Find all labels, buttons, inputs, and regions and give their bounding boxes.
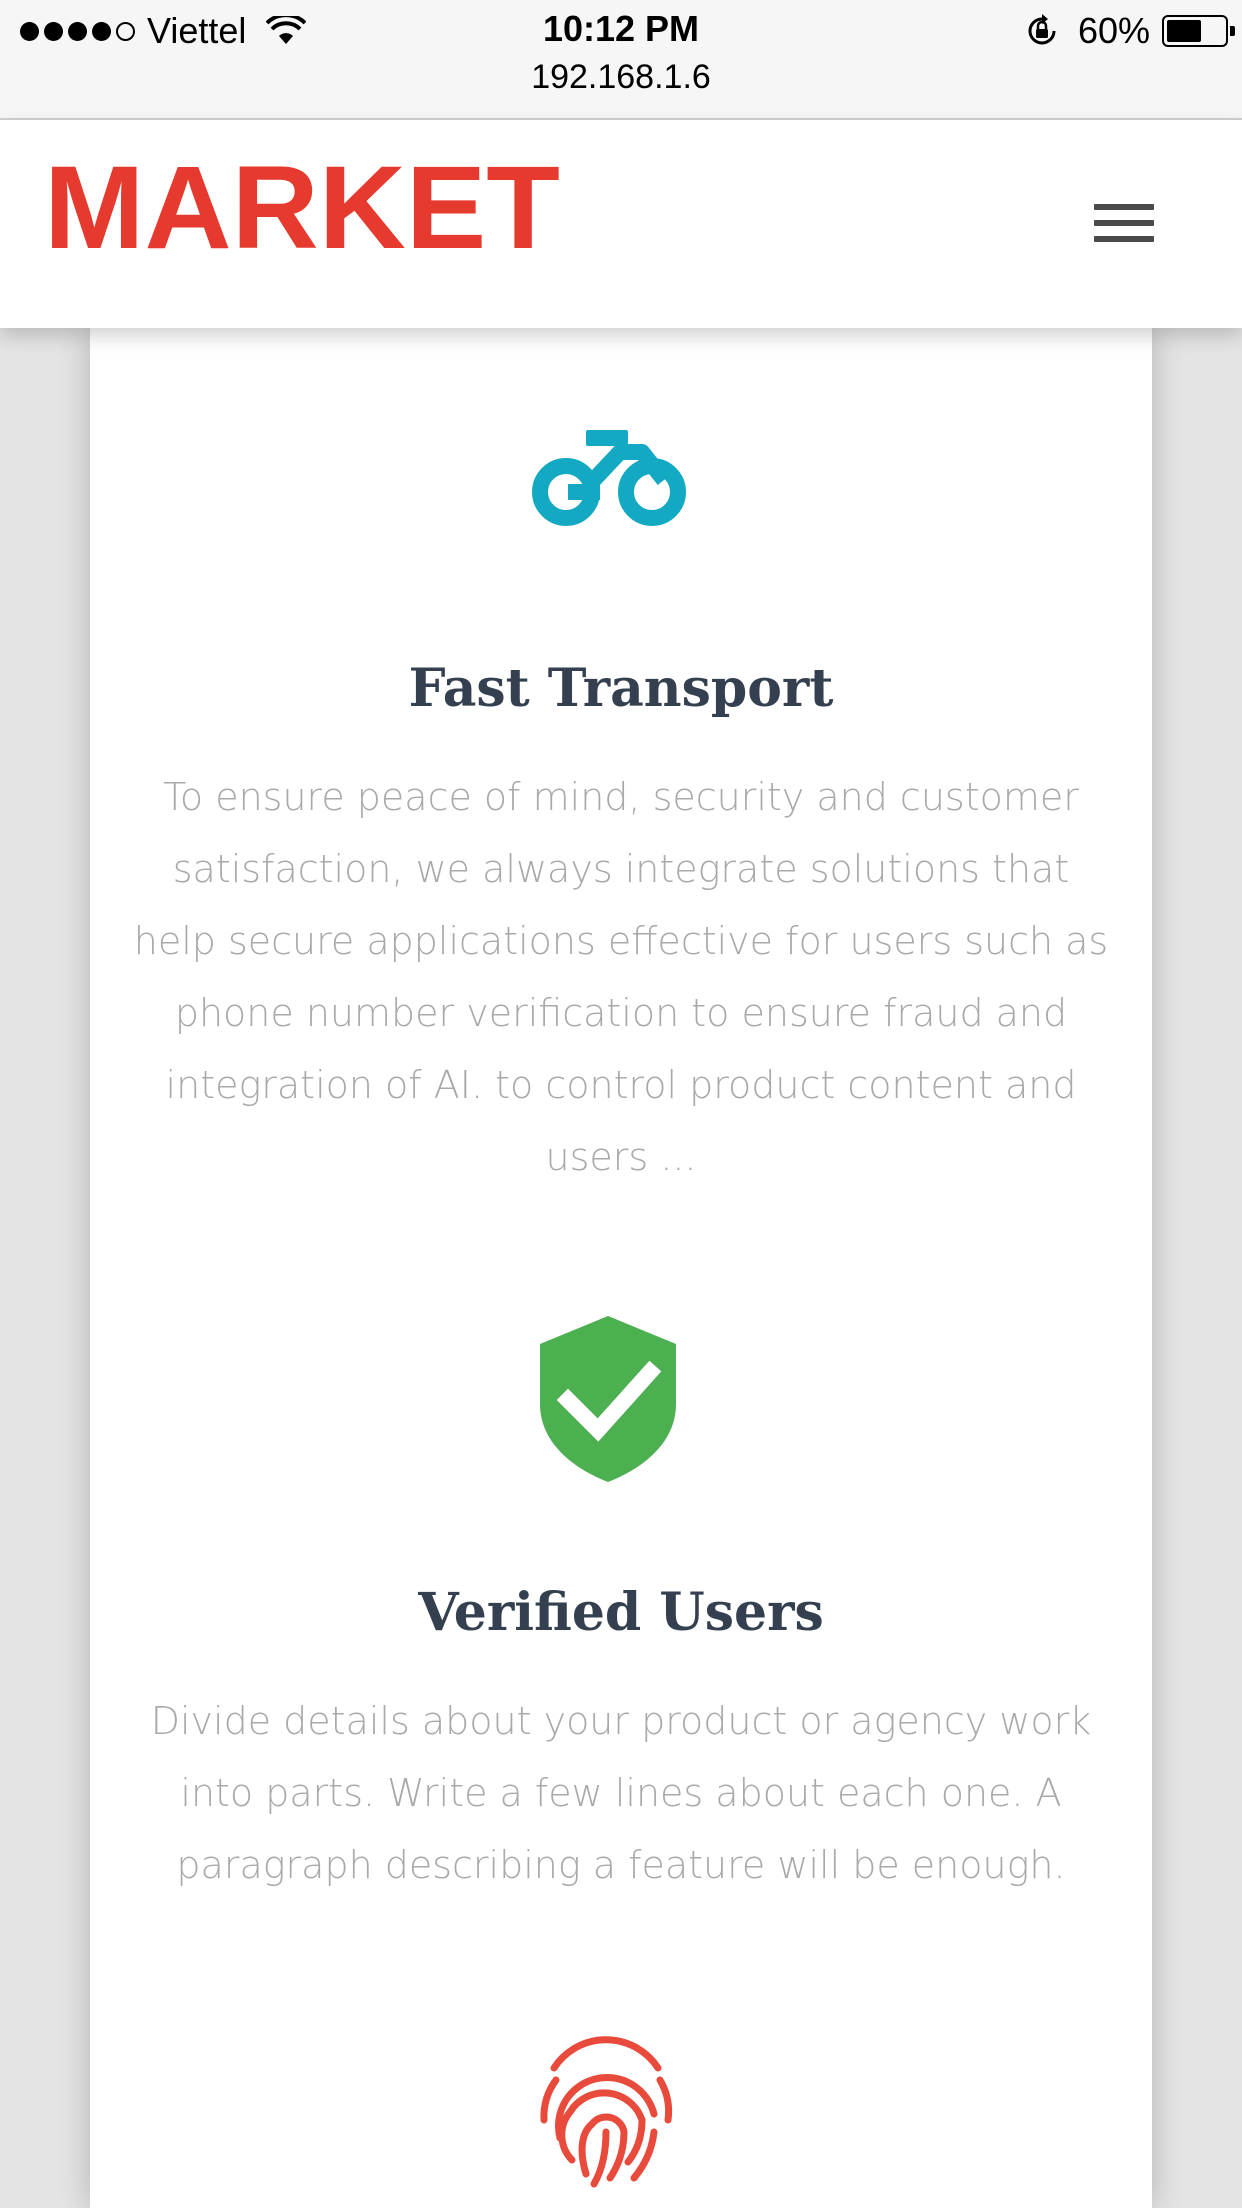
- feature-description: Divide details about your product or age…: [150, 1699, 1092, 1887]
- feature-verified-users: Verified Users Divide details about your…: [90, 1582, 1152, 1901]
- features-card: Fast Transport To ensure peace of mind, …: [90, 328, 1152, 2208]
- fingerprint-icon: [540, 2036, 673, 2188]
- feature-description: To ensure peace of mind, security and cu…: [133, 775, 1109, 1179]
- battery-icon: [1162, 15, 1235, 47]
- feature-fast-transport: Fast Transport To ensure peace of mind, …: [90, 658, 1152, 1193]
- battery-info: 60%: [1024, 10, 1235, 52]
- motorbike-icon: [532, 430, 686, 526]
- feature-title: Fast Transport: [408, 658, 834, 719]
- shield-check-icon: [540, 1316, 676, 1482]
- feature-title: Verified Users: [418, 1582, 824, 1643]
- svg-text:MARKET: MARKET: [44, 160, 560, 260]
- rotation-lock-icon: [1028, 14, 1056, 45]
- hamburger-icon: [1094, 204, 1154, 210]
- hamburger-menu-button[interactable]: [1094, 204, 1154, 244]
- site-header: MARKET: [0, 120, 1242, 328]
- status-bar: Viettel 10:12 PM 192.168.1.6 60%: [0, 0, 1242, 120]
- market-logo[interactable]: MARKET: [44, 160, 564, 260]
- address-url[interactable]: 192.168.1.6: [0, 58, 1242, 97]
- battery-percent: 60%: [1077, 10, 1150, 51]
